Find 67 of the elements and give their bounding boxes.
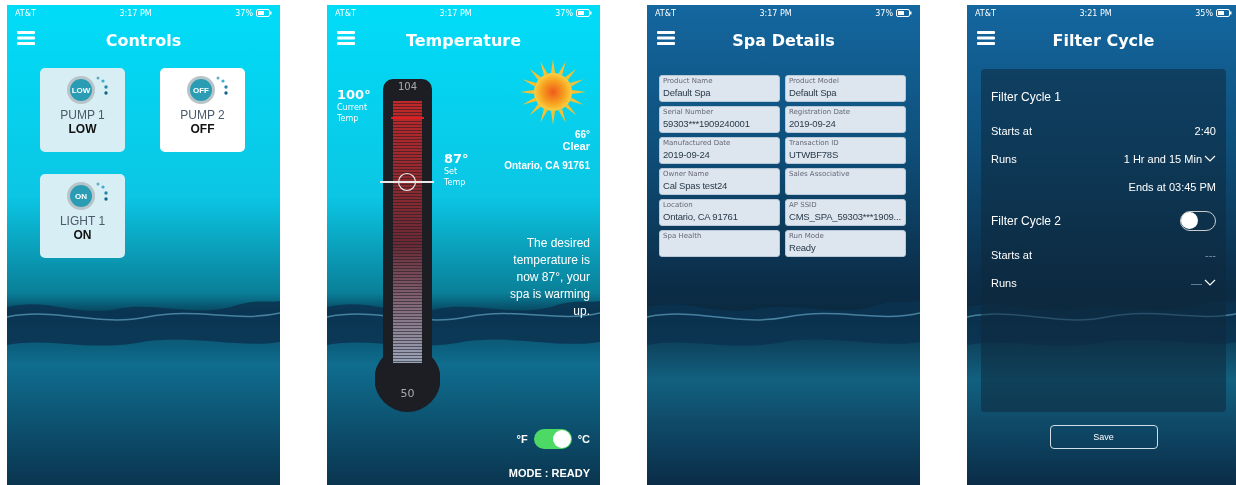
- screen-title: Spa Details: [732, 30, 835, 50]
- field-value: Ontario, CA 91761: [663, 210, 739, 223]
- field-value: 2019-09-24: [789, 117, 837, 130]
- scale-min-label: 50: [399, 387, 416, 400]
- battery-icon: [576, 9, 592, 17]
- field-value: Cal Spas test24: [663, 179, 729, 192]
- fahrenheit-label: °F: [516, 433, 528, 445]
- dial-label: ON: [67, 182, 95, 210]
- battery-icon: [1216, 9, 1232, 17]
- battery-icon: [256, 9, 272, 17]
- carrier-label: AT&T: [655, 8, 676, 18]
- control-card[interactable]: OFF PUMP 2 OFF: [160, 68, 245, 152]
- weather-location: Ontario, CA 91761: [504, 160, 590, 171]
- status-message: The desired temperature is now 87°, your spa is warming up.: [508, 235, 590, 320]
- battery-percent: 37%: [235, 8, 253, 18]
- control-card[interactable]: ON LIGHT 1 ON: [40, 174, 125, 258]
- control-card[interactable]: LOW PUMP 1 LOW: [40, 68, 125, 152]
- mode-status: MODE : READY: [508, 467, 590, 479]
- set-temp-value: 87°: [444, 151, 470, 166]
- field-value: Default Spa: [663, 86, 712, 99]
- battery-percent: 37%: [875, 8, 893, 18]
- dial-label: LOW: [67, 76, 95, 104]
- screen-title: Controls: [105, 30, 182, 50]
- screen-title: Temperature: [405, 30, 522, 50]
- chevron-down-icon[interactable]: [1204, 279, 1216, 287]
- set-temp-label: Set Temp: [444, 166, 467, 188]
- menu-icon[interactable]: [977, 31, 995, 45]
- field-value: Default Spa: [789, 86, 838, 99]
- unit-toggle[interactable]: [533, 429, 572, 449]
- runs-label: Runs: [991, 277, 1017, 289]
- weather-temp: 66°: [574, 129, 590, 140]
- field-value: 2019-09-24: [663, 148, 711, 161]
- status-time: 3:17 PM: [439, 8, 472, 18]
- starts-label: Starts at: [991, 249, 1032, 261]
- runs-value[interactable]: —: [1191, 277, 1202, 289]
- dial-label: OFF: [187, 76, 215, 104]
- carrier-label: AT&T: [335, 8, 356, 18]
- carrier-label: AT&T: [15, 8, 36, 18]
- current-temp-value: 100°: [337, 87, 372, 102]
- status-time: 3:17 PM: [759, 8, 792, 18]
- field-value: UTWBF78S: [789, 148, 840, 161]
- set-temp-handle[interactable]: [380, 172, 434, 193]
- celsius-label: °C: [577, 433, 590, 445]
- status-time: 3:17 PM: [119, 8, 152, 18]
- starts-label: Starts at: [991, 125, 1032, 137]
- battery-percent: 35%: [1195, 8, 1213, 18]
- field-value: 59303***1909240001: [663, 117, 751, 130]
- ends-at-text: Ends at 03:45 PM: [1128, 181, 1216, 193]
- field-value: CMS_SPA_59303***1909...: [789, 210, 902, 223]
- field-value: Ready: [789, 241, 817, 254]
- chevron-down-icon[interactable]: [1204, 155, 1216, 163]
- cycle-title: Filter Cycle 2: [991, 214, 1061, 228]
- weather-condition: Clear: [562, 140, 590, 152]
- starts-value[interactable]: 2:40: [1194, 125, 1216, 137]
- screen-title: Filter Cycle: [1052, 30, 1155, 50]
- battery-percent: 37%: [555, 8, 573, 18]
- status-time: 3:21 PM: [1079, 8, 1112, 18]
- scale-max-label: 104: [396, 81, 419, 92]
- runs-label: Runs: [991, 153, 1017, 165]
- save-button[interactable]: Save: [1049, 425, 1158, 449]
- starts-value[interactable]: ---: [1205, 249, 1216, 261]
- runs-value[interactable]: 1 Hr and 15 Min: [1123, 153, 1202, 165]
- carrier-label: AT&T: [975, 8, 996, 18]
- cycle-title: Filter Cycle 1: [991, 90, 1061, 104]
- menu-icon[interactable]: [657, 31, 675, 45]
- battery-icon: [896, 9, 912, 17]
- current-temp-label: Current Temp: [337, 102, 369, 124]
